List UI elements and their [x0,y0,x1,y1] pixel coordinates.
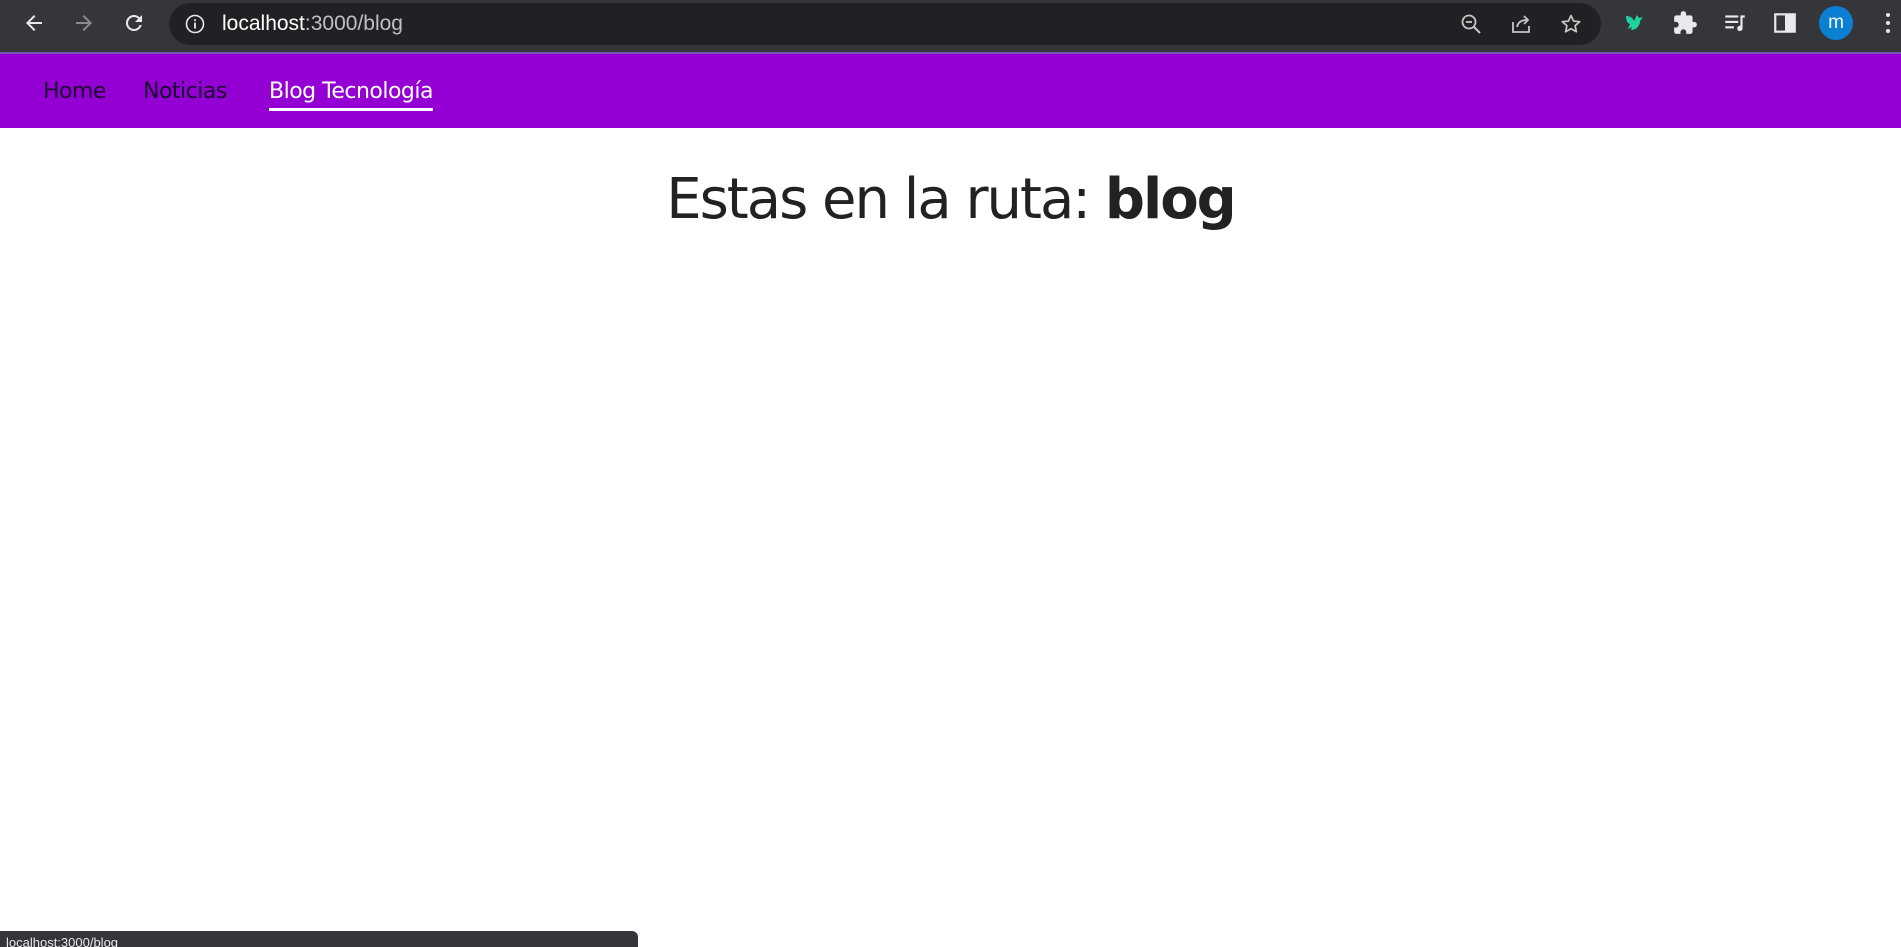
status-url: localhost:3000/blog [6,935,119,947]
site-info-icon[interactable] [185,14,205,34]
media-queue-icon[interactable] [1722,10,1748,36]
side-panel-icon[interactable] [1772,10,1798,36]
reload-icon [125,14,142,31]
forward-button[interactable] [65,4,103,42]
heading-prefix: Estas en la ruta: [666,167,1105,232]
site-navbar: Home Noticias Blog Tecnología [0,52,1901,128]
arrow-right-icon [76,15,92,31]
bookmark-star-icon[interactable] [1559,12,1583,36]
share-icon[interactable] [1509,12,1533,36]
extension-bird-icon[interactable] [1621,10,1647,36]
reload-button[interactable] [115,4,153,42]
menu-kebab-icon[interactable] [1880,10,1896,36]
nav-link-home[interactable]: Home [43,78,106,106]
profile-avatar[interactable]: m [1819,6,1853,40]
nav-link-noticias[interactable]: Noticias [143,78,227,106]
url-host: localhost [222,12,305,35]
nav-link-blog-tecnologia[interactable]: Blog Tecnología [269,78,434,111]
back-button[interactable] [15,4,53,42]
browser-toolbar: localhost:3000/blog m [0,0,1901,52]
current-route: blog [1104,167,1237,232]
address-bar[interactable]: localhost:3000/blog [169,3,1601,45]
arrow-left-icon [26,15,42,31]
page-heading: Estas en la ruta: blog [0,165,1901,235]
url-path: :3000/blog [304,12,403,35]
zoom-out-icon[interactable] [1459,12,1483,36]
status-bubble: localhost:3000/blog [0,931,638,947]
extensions-puzzle-icon[interactable] [1672,10,1698,36]
address-url[interactable]: localhost:3000/blog [222,13,403,35]
